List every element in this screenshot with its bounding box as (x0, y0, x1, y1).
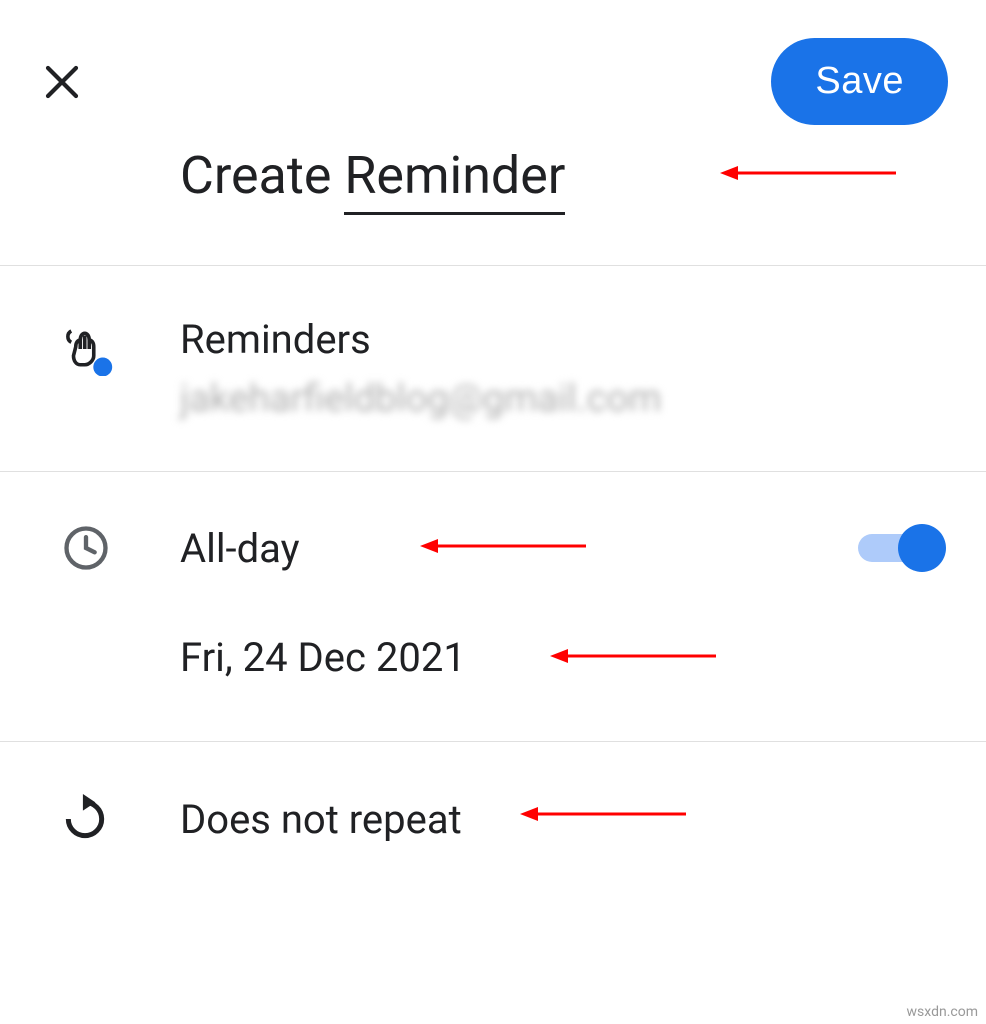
title-input[interactable]: Create Reminder (180, 145, 565, 206)
clock-icon (60, 522, 112, 574)
close-button[interactable] (38, 58, 86, 106)
toggle-knob (898, 524, 946, 572)
date-row[interactable]: Fri, 24 Dec 2021 (60, 574, 948, 741)
allday-row[interactable]: All-day (60, 522, 948, 574)
recurrence-label: Does not repeat (180, 796, 462, 843)
close-icon (41, 61, 83, 103)
recurrence-section[interactable]: Does not repeat (0, 742, 986, 896)
title-underlined: Reminder (344, 145, 565, 215)
account-type-label: Reminders (180, 316, 948, 363)
annotation-arrow-date (550, 644, 720, 668)
annotation-arrow-title (720, 161, 900, 185)
repeat-icon (60, 794, 110, 844)
annotation-arrow-repeat (520, 802, 690, 826)
account-section[interactable]: Reminders jakeharfieldblog@gmail.com (0, 266, 986, 471)
allday-toggle[interactable] (858, 526, 940, 570)
repeat-icon-col (60, 794, 180, 844)
date-label: Fri, 24 Dec 2021 (180, 634, 466, 681)
annotation-arrow-allday (420, 534, 590, 558)
title-row[interactable]: Create Reminder (0, 145, 986, 265)
save-button[interactable]: Save (771, 38, 948, 125)
watermark: wsxdn.com (907, 1004, 978, 1020)
time-section: All-day Fri, 24 Dec 2021 (0, 472, 986, 741)
reminder-icon-col (60, 316, 180, 376)
create-reminder-screen: Save Create Reminder Reminders jakeharfi… (0, 0, 986, 1024)
account-content: Reminders jakeharfieldblog@gmail.com (180, 316, 948, 421)
header-bar: Save (0, 0, 986, 145)
reminder-hand-icon (60, 322, 114, 376)
account-email: jakeharfieldblog@gmail.com (180, 377, 948, 421)
clock-icon-col (60, 522, 180, 574)
title-prefix: Create (180, 145, 344, 206)
allday-label: All-day (180, 525, 300, 572)
